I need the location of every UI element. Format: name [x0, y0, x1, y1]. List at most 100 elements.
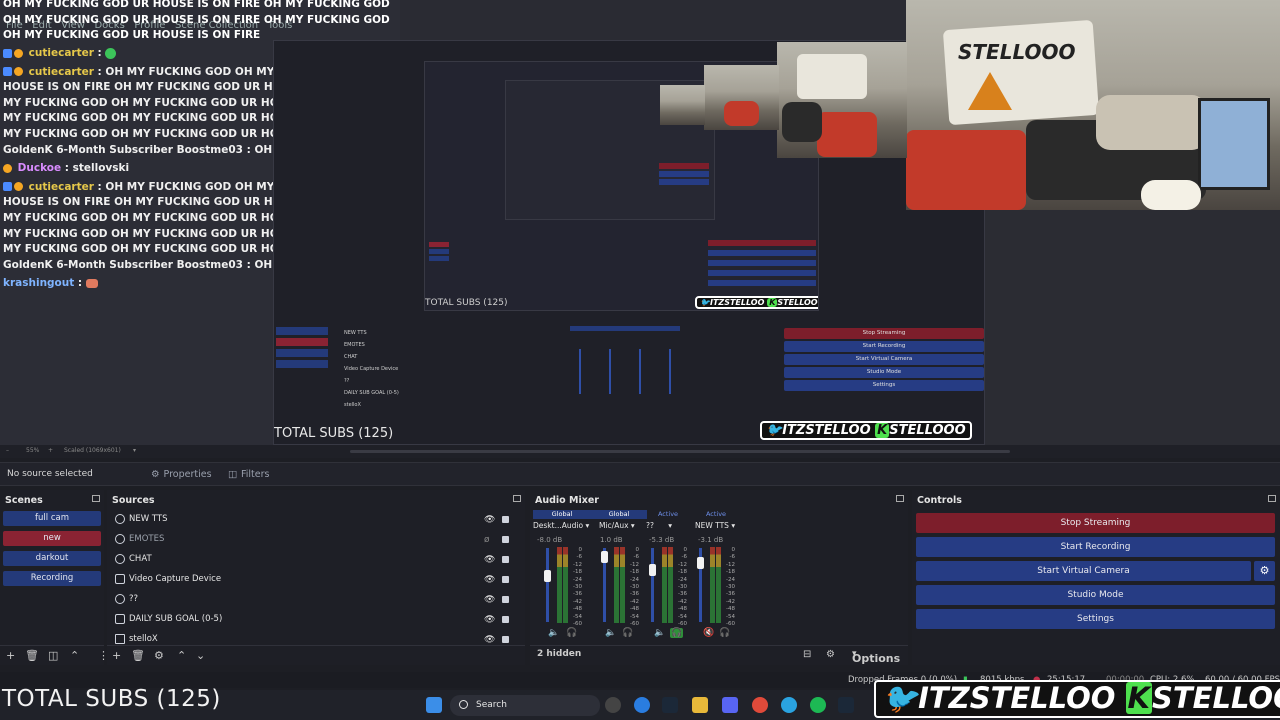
volume-fader-handle[interactable]	[697, 557, 704, 570]
move-up-icon[interactable]: ⌃	[70, 649, 79, 662]
studio-mode-button[interactable]: Studio Mode	[916, 585, 1275, 605]
obs-icon[interactable]	[605, 697, 621, 713]
windows-start-icon[interactable]	[426, 697, 442, 713]
speaker-icon[interactable]: 🔈	[548, 628, 559, 638]
dock-float-icon[interactable]	[896, 495, 904, 502]
source-item[interactable]: ?? 👁	[112, 591, 517, 608]
mixer-settings-icon[interactable]: ⚙	[826, 649, 835, 660]
eye-icon[interactable]: 👁	[484, 632, 495, 649]
remove-scene-icon[interactable]: 🗑	[25, 649, 39, 662]
headphones-icon[interactable]: 🎧	[622, 628, 633, 638]
dock-float-icon[interactable]	[92, 495, 100, 502]
source-name: stelloX	[129, 634, 158, 644]
zoom-scale-select[interactable]: Scaled (1069x601)	[64, 447, 121, 454]
add-scene-icon[interactable]: +	[6, 649, 15, 662]
volume-fader-track[interactable]	[651, 548, 654, 622]
scene-darkout[interactable]: darkout	[3, 551, 101, 566]
settings-button[interactable]: Settings	[916, 609, 1275, 629]
source-properties-icon[interactable]: ⚙	[154, 649, 164, 662]
channel-tab[interactable]: Active	[692, 510, 740, 519]
lock-icon[interactable]	[502, 636, 509, 643]
program-preview[interactable]: File Edit View Docks Profile Scene Colle…	[0, 0, 1280, 445]
headphones-icon[interactable]: 🎧	[566, 628, 577, 638]
discord-icon[interactable]	[722, 697, 738, 713]
spotify-icon[interactable]	[810, 697, 826, 713]
filters-button[interactable]: ◫ Filters	[222, 466, 275, 484]
taskbar-search[interactable]: Search	[450, 695, 600, 716]
channel-name[interactable]: NEW TTS ▾	[695, 521, 735, 530]
lock-icon[interactable]	[502, 576, 509, 583]
channel-tab[interactable]: Active	[647, 510, 689, 519]
source-item[interactable]: Video Capture Device 👁	[112, 571, 517, 588]
lock-icon[interactable]	[502, 556, 509, 563]
chevron-left-icon[interactable]: –	[6, 447, 9, 454]
scene-filters-icon[interactable]: ◫	[48, 649, 58, 662]
volume-fader-handle[interactable]	[649, 563, 656, 576]
image-source-icon	[115, 634, 125, 644]
eye-icon[interactable]: 👁	[484, 512, 495, 529]
source-item[interactable]: stelloX 👁	[112, 631, 517, 648]
db-scale-tick: -18	[573, 569, 582, 576]
scene-new[interactable]: new	[3, 531, 101, 546]
options-label: Options	[852, 652, 901, 665]
channel-name[interactable]: Mic/Aux ▾	[599, 521, 635, 530]
start-recording-button[interactable]: Start Recording	[916, 537, 1275, 557]
volume-fader-handle[interactable]	[544, 569, 551, 582]
preview-scrollbar[interactable]	[350, 450, 1010, 453]
handle-twitter: ITZSTELLOO	[918, 681, 1116, 715]
source-item[interactable]: DAILY SUB GOAL (0-5) 👁	[112, 611, 517, 628]
eye-icon[interactable]: 👁	[484, 592, 495, 609]
hidden-count[interactable]: 2 hidden	[537, 649, 581, 659]
layout-toggle-icon[interactable]: ⊟	[803, 649, 811, 660]
add-source-icon[interactable]: +	[112, 649, 121, 662]
dock-float-icon[interactable]	[513, 495, 521, 502]
remove-source-icon[interactable]: 🗑	[131, 649, 145, 662]
zoom-percent[interactable]: 55%	[26, 447, 39, 454]
file-explorer-icon[interactable]	[692, 697, 708, 713]
steam-icon-2[interactable]	[838, 697, 854, 713]
source-name: ??	[129, 594, 139, 604]
eye-hidden-icon[interactable]: ø	[484, 532, 490, 549]
channel-name[interactable]: Deskt...Audio ▾	[533, 521, 589, 530]
chrome-icon[interactable]	[752, 697, 768, 713]
start-virtual-camera-button[interactable]: Start Virtual Camera	[916, 561, 1251, 581]
speaker-icon[interactable]: 🔈	[654, 628, 665, 638]
virtual-camera-settings-icon[interactable]: ⚙	[1254, 561, 1275, 581]
source-item[interactable]: CHAT 👁	[112, 551, 517, 568]
eye-icon[interactable]: 👁	[484, 552, 495, 569]
headphones-icon[interactable]: 🎧	[719, 628, 730, 638]
source-item[interactable]: EMOTES ø	[112, 531, 517, 548]
sub-badge-icon	[3, 182, 12, 192]
steam-icon[interactable]	[662, 697, 678, 713]
channel-name[interactable]: ?? ▾	[646, 521, 672, 530]
channel-tab[interactable]: Global	[591, 510, 647, 519]
options-button[interactable]: Options ▾	[852, 649, 900, 665]
move-up-icon[interactable]: ⌃	[177, 649, 186, 662]
edge-icon[interactable]	[634, 697, 650, 713]
channel-tab[interactable]: Global	[533, 510, 591, 519]
source-item[interactable]: NEW TTS 👁	[112, 511, 517, 528]
lock-icon[interactable]	[502, 536, 509, 543]
zoom-plus-icon[interactable]: +	[48, 447, 53, 454]
telegram-icon[interactable]	[781, 697, 797, 713]
stop-streaming-button[interactable]: Stop Streaming	[916, 513, 1275, 533]
scene-full-cam[interactable]: full cam	[3, 511, 101, 526]
db-scale-tick: -54	[630, 613, 639, 620]
muted-speaker-icon[interactable]: 🔇	[703, 628, 714, 638]
lock-icon[interactable]	[502, 616, 509, 623]
properties-button[interactable]: ⚙ Properties	[145, 466, 218, 484]
speaker-icon[interactable]: 🔈	[605, 628, 616, 638]
dock-float-icon[interactable]	[1268, 495, 1276, 502]
source-name: CHAT	[129, 554, 152, 564]
eye-icon[interactable]: 👁	[484, 572, 495, 589]
lock-icon[interactable]	[502, 596, 509, 603]
move-down-icon[interactable]: ⌄	[196, 649, 205, 662]
eye-icon[interactable]: 👁	[484, 612, 495, 629]
lock-icon[interactable]	[502, 516, 509, 523]
scene-recording[interactable]: Recording	[3, 571, 101, 586]
headphones-active-icon[interactable]: 🎧	[670, 628, 684, 638]
chevron-down-icon[interactable]: ▾	[133, 447, 136, 454]
obs-screen: File Edit View Docks Profile Scene Colle…	[0, 0, 1280, 720]
volume-fader-track[interactable]	[546, 548, 549, 622]
volume-fader-handle[interactable]	[601, 551, 608, 564]
